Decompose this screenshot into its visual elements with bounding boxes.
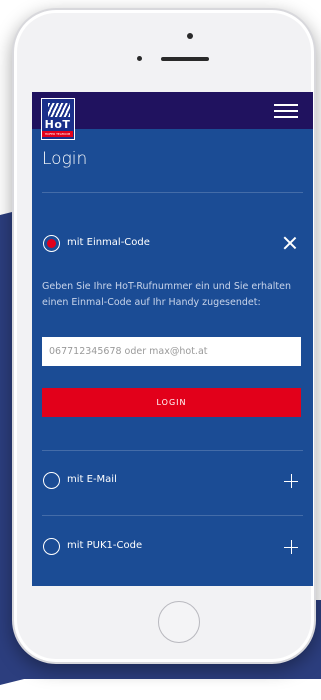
option-label-email[interactable]: mit E-Mail	[67, 474, 117, 485]
einmal-description: Geben Sie Ihre HoT-Rufnummer ein und Sie…	[42, 281, 292, 308]
login-button[interactable]: LOGIN	[42, 388, 301, 417]
divider	[42, 515, 303, 516]
close-icon[interactable]	[284, 237, 296, 249]
sensor-dot	[137, 56, 142, 61]
expand-plus-icon[interactable]	[284, 474, 298, 488]
front-camera	[187, 33, 193, 39]
app-screen: HoT HOFER TELEKOM Login mit Einmal-Code …	[32, 92, 313, 586]
earpiece-speaker	[161, 57, 209, 61]
divider	[42, 450, 303, 451]
hot-logo[interactable]: HoT HOFER TELEKOM	[41, 98, 75, 140]
hamburger-menu-icon[interactable]	[274, 104, 298, 118]
phone-number-input[interactable]	[42, 337, 301, 366]
option-label-einmal-code[interactable]: mit Einmal-Code	[67, 237, 150, 248]
radio-puk1-code[interactable]	[43, 538, 60, 555]
radio-email[interactable]	[43, 472, 60, 489]
expand-plus-icon[interactable]	[284, 540, 298, 554]
option-label-puk1-code[interactable]: mit PUK1-Code	[67, 540, 142, 551]
radio-einmal-code[interactable]	[43, 235, 60, 252]
logo-subtitle: HOFER TELEKOM	[42, 131, 73, 137]
logo-text: HoT	[44, 118, 71, 131]
top-bar: HoT HOFER TELEKOM	[32, 92, 313, 140]
logo-stripes-icon	[48, 103, 70, 117]
page-title: Login	[42, 149, 88, 169]
divider	[42, 192, 303, 193]
home-button[interactable]	[158, 601, 200, 643]
